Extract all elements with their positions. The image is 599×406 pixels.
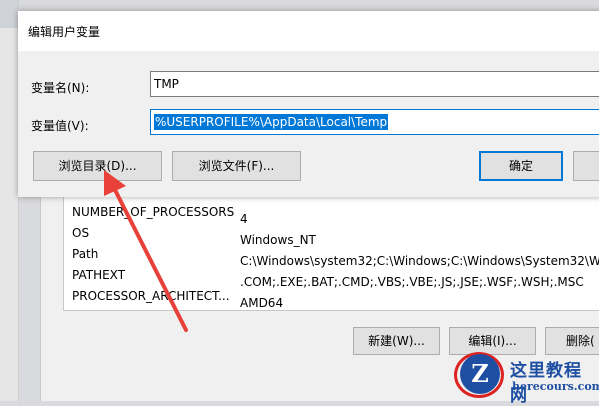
delete-variable-button[interactable]: 删除( bbox=[545, 327, 599, 355]
dialog-title: 编辑用户变量 bbox=[28, 25, 101, 39]
watermark-url: herecours.com bbox=[512, 380, 599, 393]
variable-name: NUMBER_OF_PROCESSORS bbox=[72, 205, 235, 219]
variable-name: Path bbox=[72, 247, 99, 261]
background-corner bbox=[0, 0, 18, 28]
table-row[interactable]: PROCESSOR_ARCHITECT... AMD64 bbox=[72, 286, 283, 310]
table-row[interactable]: Path C:\Windows\system32;C:\Windows;C:\Wi… bbox=[72, 244, 599, 268]
variable-name: OS bbox=[72, 226, 90, 240]
new-variable-button[interactable]: 新建(W)... bbox=[353, 327, 440, 355]
browse-directory-button[interactable]: 浏览目录(D)... bbox=[33, 151, 162, 181]
cancel-button-partial[interactable] bbox=[573, 151, 599, 181]
system-variables-list[interactable]: NUMBER_OF_PROCESSORS 4 OS Windows_NT Path C… bbox=[63, 196, 599, 311]
edit-variable-button[interactable]: 编辑(I)... bbox=[449, 327, 536, 355]
table-row[interactable]: PATHEXT .COM;.EXE;.BAT;.CMD;.VBS;.VBE;.JS… bbox=[72, 265, 584, 289]
browse-file-button[interactable]: 浏览文件(F)... bbox=[172, 151, 301, 181]
variable-value: AMD64 bbox=[240, 296, 284, 310]
edit-user-variable-dialog: 编辑用户变量 变量名(N): TMP 变量值(V): %USERPROFILE%… bbox=[18, 11, 599, 197]
dialog-titlebar[interactable]: 编辑用户变量 bbox=[18, 11, 599, 51]
variable-name: PATHEXT bbox=[72, 268, 126, 282]
variable-name-value: TMP bbox=[154, 77, 179, 91]
table-row[interactable]: NUMBER_OF_PROCESSORS 4 bbox=[72, 202, 248, 226]
variable-name-field[interactable]: TMP bbox=[150, 71, 599, 97]
watermark-logo-icon: Z bbox=[460, 354, 500, 394]
watermark: Z 这里教程网 herecours.com bbox=[452, 352, 599, 406]
ok-button[interactable]: 确定 bbox=[479, 151, 563, 181]
variable-value: .COM;.EXE;.BAT;.CMD;.VBS;.VBE;.JS;.JSE;.… bbox=[240, 275, 584, 289]
variable-value-field[interactable]: %USERPROFILE%\AppData\Local\Temp bbox=[150, 109, 599, 135]
variable-value-selected-text: %USERPROFILE%\AppData\Local\Temp bbox=[154, 114, 389, 130]
variable-name: PROCESSOR_ARCHITECT... bbox=[72, 289, 230, 303]
variable-value-label: 变量值(V): bbox=[31, 119, 89, 133]
variable-name-label: 变量名(N): bbox=[31, 81, 90, 95]
background-window-edge bbox=[0, 0, 19, 401]
table-row[interactable]: OS Windows_NT bbox=[72, 223, 316, 247]
